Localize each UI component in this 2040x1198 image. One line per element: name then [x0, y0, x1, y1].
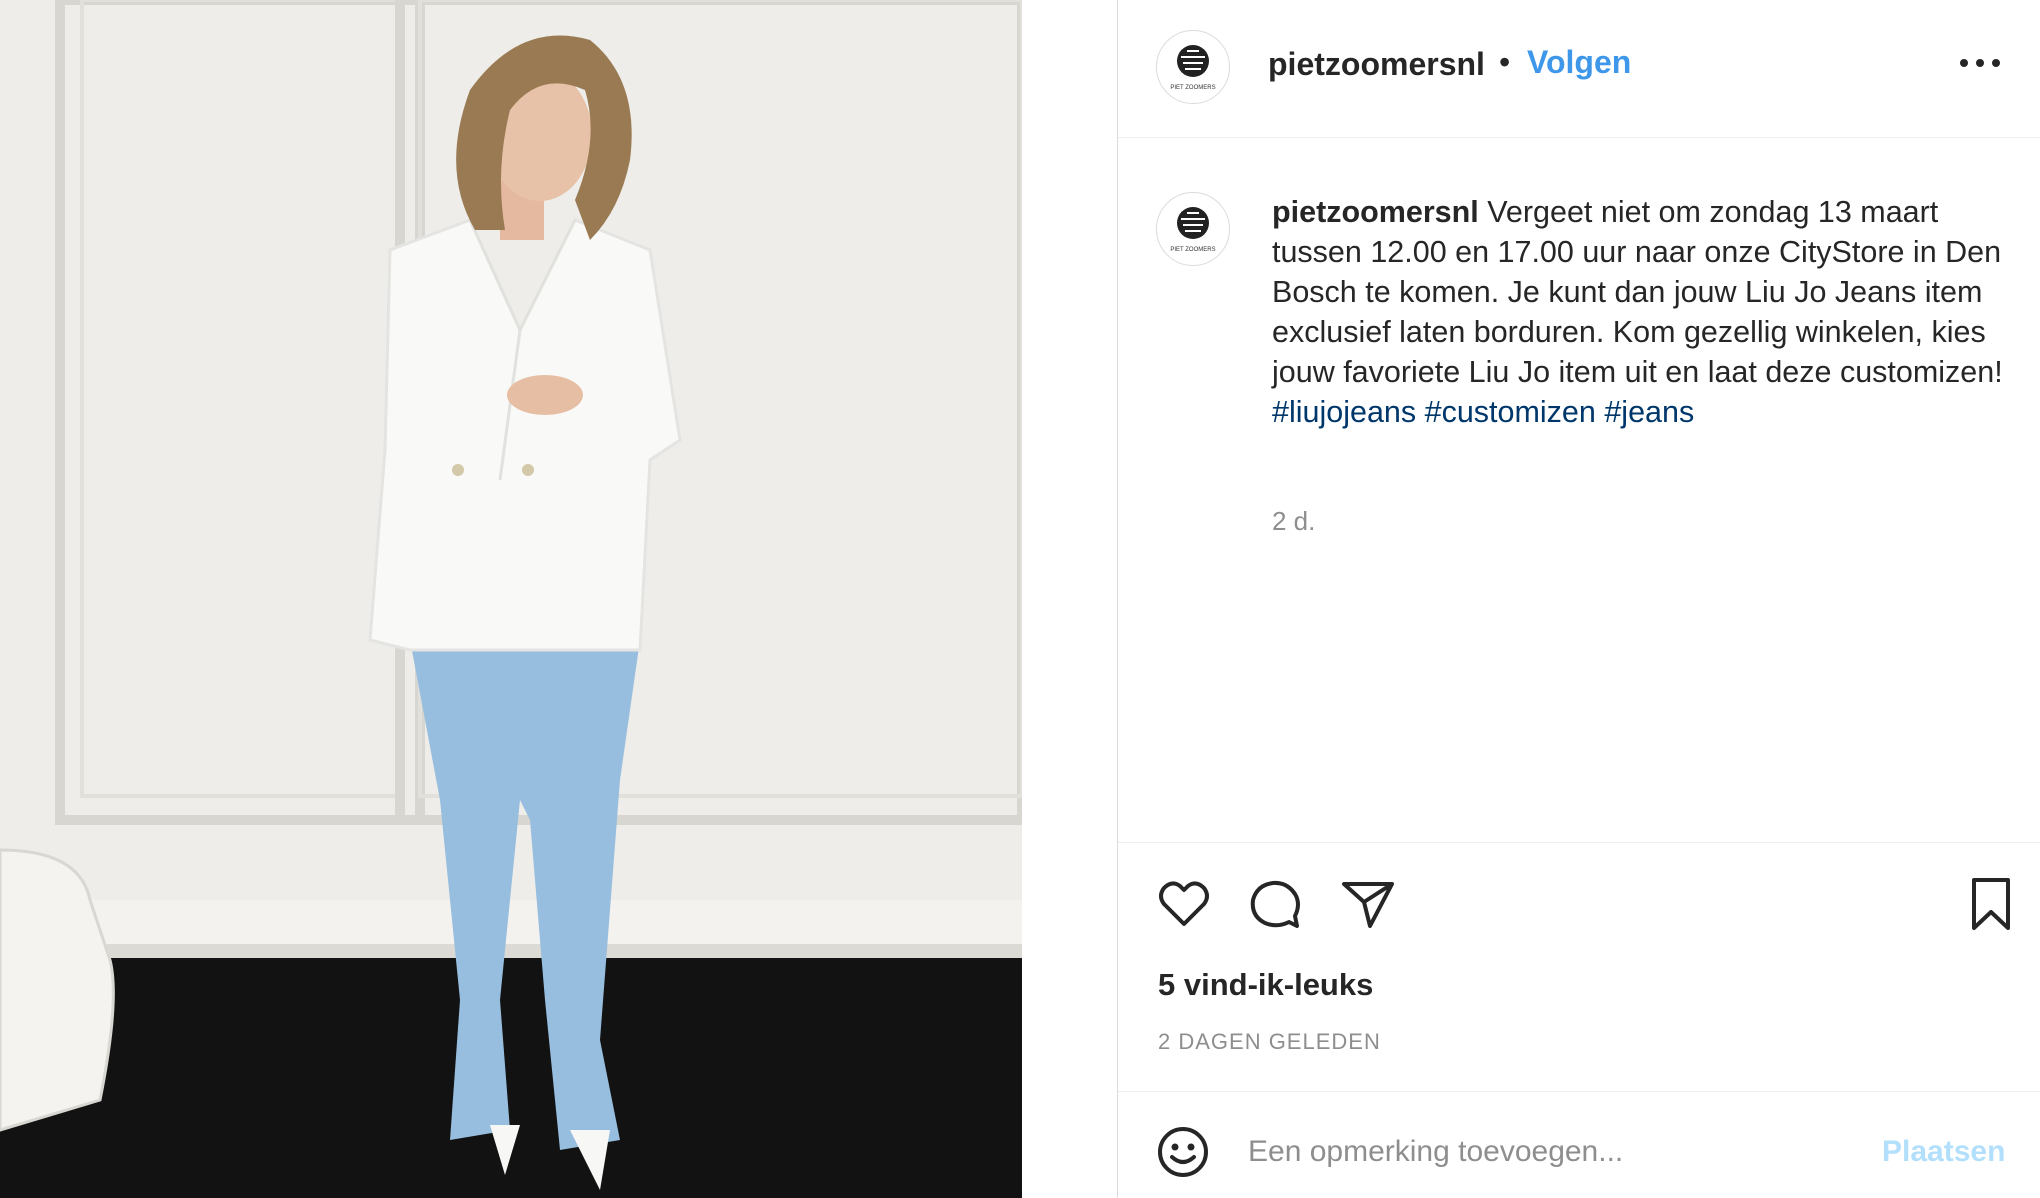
- avatar-logo-text: PIET ZOOMERS: [1170, 85, 1215, 91]
- post-header: PIET ZOOMERS pietzoomersnl • Volgen: [1118, 0, 2040, 138]
- comment-composer: Plaatsen: [1118, 1091, 2040, 1198]
- share-icon[interactable]: [1340, 876, 1396, 932]
- bookmark-icon[interactable]: [1968, 876, 2014, 932]
- comment-icon[interactable]: [1247, 876, 1303, 932]
- action-bar: 5 vind-ik-leuks 2 DAGEN GELEDEN: [1118, 842, 2040, 1092]
- caption-username[interactable]: pietzoomersnl: [1272, 195, 1479, 229]
- header-username[interactable]: pietzoomersnl: [1268, 46, 1485, 83]
- hashtag-list: #liujojeans #customizen #jeans: [1272, 395, 1694, 429]
- caption-section: PIET ZOOMERS pietzoomersnl Vergeet niet …: [1118, 137, 2040, 842]
- caption-timestamp[interactable]: 2 d.: [1272, 506, 1315, 537]
- header-separator: •: [1499, 44, 1511, 80]
- like-count[interactable]: 5 vind-ik-leuks: [1158, 967, 1373, 1003]
- photo-gap: [1022, 0, 1117, 1198]
- post-image: [0, 0, 1022, 1198]
- comment-input[interactable]: [1248, 1127, 1848, 1177]
- brand-logo-icon: PIET ZOOMERS: [1170, 207, 1216, 253]
- follow-button[interactable]: Volgen: [1527, 44, 1631, 81]
- caption-text: pietzoomersnl Vergeet niet om zondag 13 …: [1272, 192, 2012, 432]
- post-side-panel: PIET ZOOMERS pietzoomersnl • Volgen PIET…: [1117, 0, 2040, 1198]
- more-options-icon[interactable]: [1958, 52, 2002, 74]
- hashtag-link[interactable]: #liujojeans: [1272, 395, 1416, 429]
- hashtag-link[interactable]: #customizen: [1425, 395, 1596, 429]
- hashtag-link[interactable]: #jeans: [1604, 395, 1694, 429]
- avatar-logo-text: PIET ZOOMERS: [1170, 247, 1215, 253]
- caption-avatar[interactable]: PIET ZOOMERS: [1156, 192, 1230, 266]
- post-comment-button[interactable]: Plaatsen: [1882, 1135, 2005, 1169]
- account-avatar[interactable]: PIET ZOOMERS: [1156, 30, 1230, 104]
- heart-icon[interactable]: [1156, 876, 1212, 932]
- post-date: 2 DAGEN GELEDEN: [1158, 1029, 1381, 1054]
- post-photo[interactable]: [0, 0, 1022, 1198]
- emoji-icon[interactable]: [1156, 1125, 1210, 1179]
- brand-logo-icon: PIET ZOOMERS: [1170, 45, 1216, 91]
